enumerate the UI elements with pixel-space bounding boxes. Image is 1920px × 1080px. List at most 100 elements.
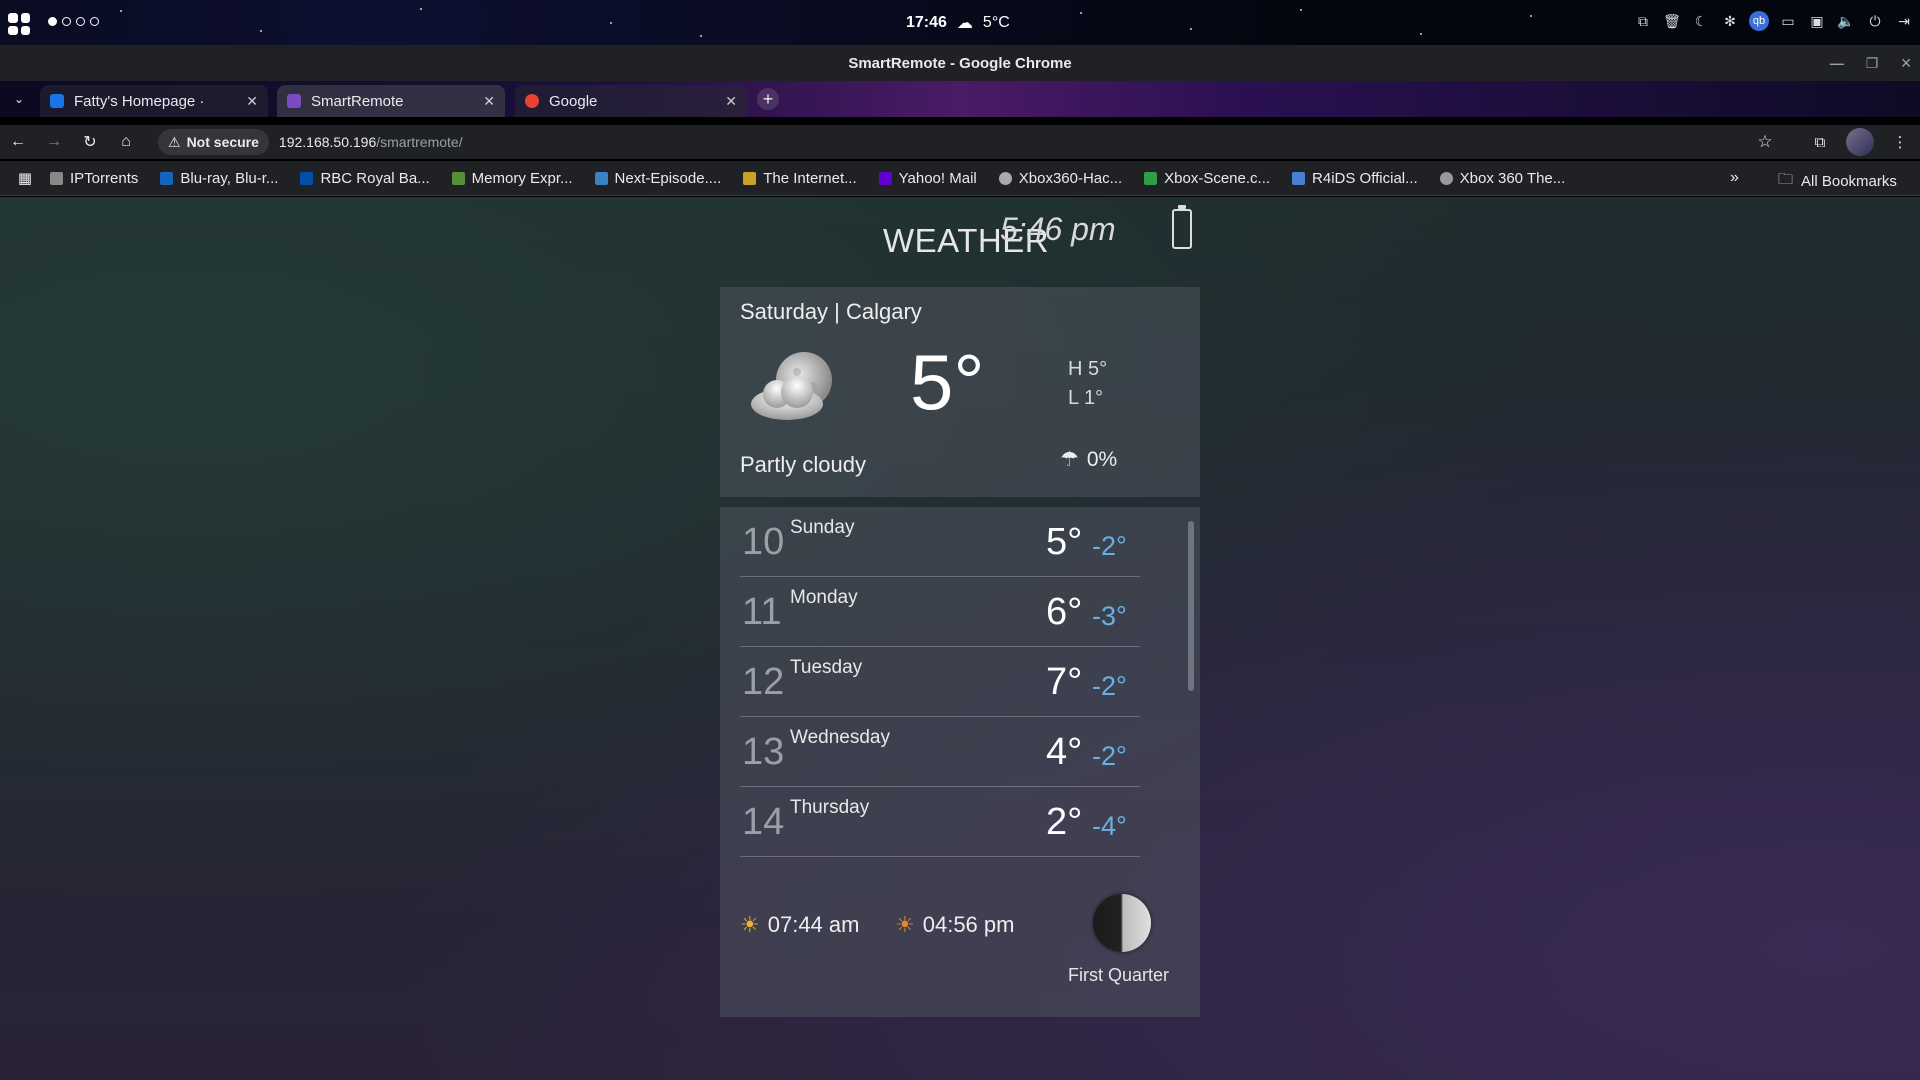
bookmark-label: Xbox-Scene.c... <box>1164 169 1271 187</box>
precip-value: 0% <box>1086 447 1118 471</box>
bookmark-item[interactable]: Xbox 360 The... <box>1439 170 1565 187</box>
screenshot-icon[interactable]: ⧉ <box>1633 11 1653 31</box>
bookmark-item[interactable]: Blu-ray, Blu-r... <box>160 170 278 187</box>
settings-icon[interactable]: ✻ <box>1720 11 1740 31</box>
close-tab-icon[interactable]: ✕ <box>246 93 258 110</box>
new-tab-button[interactable]: + <box>757 88 779 110</box>
volume-icon[interactable]: 🔈 <box>1836 11 1856 31</box>
security-label: Not secure <box>186 134 259 150</box>
exit-icon[interactable]: ⇥ <box>1894 11 1914 31</box>
forecast-day: Wednesday <box>790 727 890 748</box>
workspace-dot[interactable] <box>76 17 85 26</box>
bookmark-favicon <box>300 171 314 185</box>
sunrise-time: 07:44 am <box>767 912 860 937</box>
page-content: WEATHER 5:46 pm Saturday | Calgary 5° H … <box>0 197 1920 1080</box>
bookmark-label: IPTorrents <box>70 169 139 187</box>
bookmark-item[interactable]: The Internet... <box>743 169 857 187</box>
bookmark-label: R4iDS Official... <box>1312 169 1418 187</box>
display-icon[interactable]: ▣ <box>1807 11 1827 31</box>
sunrise: ☀ 07:44 am <box>740 912 859 938</box>
forecast-low: -2° <box>1092 741 1127 771</box>
forecast-date: 14 <box>742 801 785 843</box>
url-host: 192.168.50.196 <box>278 134 377 150</box>
close-window-icon[interactable]: ✕ <box>1900 55 1912 72</box>
apps-grid-icon[interactable]: ▦ <box>0 169 50 187</box>
bookmark-favicon <box>743 171 757 185</box>
bookmark-label: The Internet... <box>763 169 857 187</box>
home-icon[interactable]: ⌂ <box>108 125 144 159</box>
forecast-row: 13 Wednesday 4° -2° <box>740 717 1140 787</box>
bookmark-item[interactable]: Yahoo! Mail <box>878 169 977 187</box>
sunset-time: 04:56 pm <box>922 912 1015 937</box>
bookmark-label: Yahoo! Mail <box>898 169 977 187</box>
tab-google[interactable]: Google ✕ <box>515 85 747 117</box>
tab-favicon <box>287 94 301 108</box>
profile-avatar[interactable] <box>1846 128 1874 156</box>
url-text[interactable]: 192.168.50.196/smartremote/ <box>279 134 463 150</box>
forecast-day: Thursday <box>790 797 870 818</box>
trash-icon[interactable]: 🗑 <box>1662 11 1682 31</box>
forecast-high: 6° <box>1046 591 1083 633</box>
bookmark-favicon <box>594 171 608 185</box>
more-bookmarks-icon[interactable]: » <box>1730 169 1739 187</box>
forecast-date: 11 <box>742 591 782 633</box>
folder-icon: 🗀 <box>1778 171 1794 188</box>
night-mode-icon[interactable]: ☾ <box>1691 11 1711 31</box>
bookmark-item[interactable]: Next-Episode.... <box>594 170 721 187</box>
forecast-low: -3° <box>1092 601 1127 631</box>
bookmark-item[interactable]: RBC Royal Ba... <box>300 169 430 187</box>
bookmark-label: RBC Royal Ba... <box>320 169 430 187</box>
bookmark-item[interactable]: Xbox-Scene.c... <box>1144 170 1270 187</box>
tab-label: Fatty's Homepage · <box>74 92 205 110</box>
forecast-date: 13 <box>742 731 785 773</box>
close-tab-icon[interactable]: ✕ <box>483 93 495 110</box>
precipitation: ☂ 0% <box>1060 447 1117 472</box>
bookmark-item[interactable]: Xbox360-Hac... <box>998 170 1122 187</box>
close-tab-icon[interactable]: ✕ <box>725 93 737 110</box>
address-bar[interactable]: ⚠ Not secure 192.168.50.196/smartremote/ <box>158 128 1758 156</box>
tab-fattys-homepage[interactable]: Fatty's Homepage · ✕ <box>40 85 268 117</box>
tab-smartremote[interactable]: SmartRemote ✕ <box>277 85 505 117</box>
power-icon[interactable]: ⏻ <box>1865 11 1885 31</box>
forward-icon[interactable]: → <box>36 125 72 159</box>
workspace-dot[interactable] <box>48 17 57 26</box>
bookmark-item[interactable]: Memory Expr... <box>451 170 573 187</box>
security-chip[interactable]: ⚠ Not secure <box>158 129 269 155</box>
tab-strip: ⌄ Fatty's Homepage · ✕ SmartRemote ✕ Goo… <box>0 81 1920 117</box>
forecast-row: 14 Thursday 2° -4° <box>740 787 1140 857</box>
bookmark-favicon <box>998 171 1012 185</box>
bookmark-star-icon[interactable]: ☆ <box>1748 125 1782 159</box>
current-weather-card: Saturday | Calgary 5° H 5° L 1° Partly c… <box>720 287 1200 497</box>
back-icon[interactable]: ← <box>0 125 36 159</box>
user-avatar[interactable]: qb <box>1749 11 1769 31</box>
all-bookmarks-button[interactable]: 🗀 All Bookmarks <box>1778 169 1897 194</box>
high-low: H 5° L 1° <box>1068 355 1107 413</box>
workspace-dot[interactable] <box>90 17 99 26</box>
reload-icon[interactable]: ↻ <box>72 125 108 159</box>
os-clock[interactable]: 17:46 ☁ 5°C <box>906 13 1010 33</box>
forecast-high: 4° <box>1046 731 1083 773</box>
bookmark-favicon <box>878 171 892 185</box>
forecast-row: 11 Monday 6° -3° <box>740 577 1140 647</box>
forecast-high: 5° <box>1046 521 1083 563</box>
bookmark-item[interactable]: IPTorrents <box>50 170 138 187</box>
minimize-icon[interactable]: — <box>1830 55 1844 71</box>
bookmark-item[interactable]: R4iDS Official... <box>1292 170 1418 187</box>
partly-cloudy-night-icon <box>751 352 832 420</box>
notifications-icon[interactable]: ▭ <box>1778 11 1798 31</box>
workspace-switcher[interactable] <box>48 17 99 26</box>
app-launcher-icon[interactable] <box>8 13 30 35</box>
current-temperature: 5° <box>910 338 985 426</box>
forecast-scrollbar[interactable] <box>1188 521 1194 691</box>
tab-search-icon[interactable]: ⌄ <box>8 88 30 110</box>
sunset-icon: ☀ <box>895 912 915 937</box>
workspace-dot[interactable] <box>62 17 71 26</box>
tab-favicon <box>525 94 539 108</box>
extensions-icon[interactable]: ⧉ <box>1806 128 1834 156</box>
menu-icon[interactable]: ⋮ <box>1886 128 1914 156</box>
high-temp: H 5° <box>1068 358 1108 380</box>
restore-icon[interactable]: ❐ <box>1866 55 1879 72</box>
forecast-row: 10 Sunday 5° -2° <box>740 507 1140 577</box>
bookmark-favicon <box>50 171 63 185</box>
bookmark-label: Blu-ray, Blu-r... <box>180 169 279 187</box>
